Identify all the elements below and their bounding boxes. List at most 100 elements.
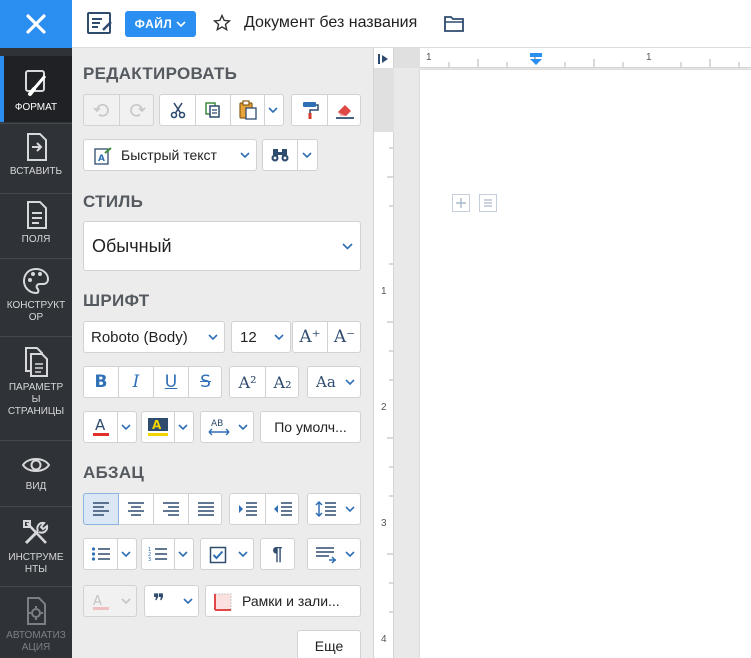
- tools-icon: [23, 520, 49, 545]
- font-size-select[interactable]: 12: [231, 321, 291, 353]
- document-icon[interactable]: [86, 10, 114, 43]
- more-button[interactable]: Еще: [297, 630, 361, 658]
- quote-dropdown[interactable]: ❞: [144, 585, 199, 617]
- paintbrush-icon: [25, 70, 47, 96]
- chevron-down-icon: [121, 550, 131, 557]
- sidebar-item-insert[interactable]: ВСТАВИТЬ: [0, 132, 72, 192]
- highlight-dropdown[interactable]: [173, 412, 193, 442]
- shrink-font-icon: A⁻: [333, 327, 356, 347]
- align-center-button[interactable]: [119, 494, 153, 524]
- bold-button[interactable]: B: [84, 367, 118, 397]
- bulleted-list-button[interactable]: [84, 539, 117, 569]
- numbering-dropdown[interactable]: [173, 539, 193, 569]
- text-style-group: B I U S: [83, 366, 222, 398]
- subscript-button[interactable]: A₂: [266, 367, 299, 397]
- line-spacing-dropdown[interactable]: [307, 493, 361, 525]
- character-spacing-dropdown[interactable]: AB: [200, 411, 254, 443]
- sidebar-item-fields[interactable]: ПОЛЯ: [0, 200, 72, 256]
- text-effect-dropdown[interactable]: A: [83, 585, 137, 617]
- chevron-down-icon: [302, 151, 312, 158]
- sidebar-item-label: КОНСТРУКТ ОР: [6, 300, 66, 323]
- sidebar-item-label: ВИД: [25, 481, 47, 492]
- indent-group: [229, 493, 299, 525]
- undo-button[interactable]: [84, 95, 119, 125]
- align-right-button[interactable]: [154, 494, 188, 524]
- paragraph-options-chevron: [340, 539, 360, 569]
- folder-button[interactable]: [444, 15, 464, 37]
- find-button[interactable]: [263, 140, 297, 170]
- eraser-icon: [335, 105, 354, 119]
- block-options-button[interactable]: [479, 194, 497, 212]
- character-spacing-icon: AB: [208, 419, 230, 436]
- show-formatting-button[interactable]: ¶: [260, 538, 295, 570]
- file-menu-label: ФАЙЛ: [134, 17, 173, 31]
- font-family-select[interactable]: Roboto (Body): [83, 321, 225, 353]
- document-page[interactable]: [420, 70, 751, 658]
- find-options-dropdown[interactable]: [297, 140, 317, 170]
- sidebar-item-label: ФОРМАТ: [14, 102, 58, 113]
- increase-indent-button[interactable]: [230, 494, 265, 524]
- paste-button[interactable]: [231, 95, 264, 125]
- scissors-icon: [170, 102, 185, 119]
- italic-button[interactable]: I: [119, 367, 153, 397]
- chevron-down-icon: [178, 423, 188, 430]
- find-group: [262, 139, 318, 171]
- sidebar-item-page-settings[interactable]: ПАРАМЕТР Ы СТРАНИЦЫ: [0, 346, 72, 436]
- font-color-button[interactable]: A: [84, 412, 117, 442]
- paragraph-options-icon: [316, 547, 337, 564]
- shrink-font-button[interactable]: A⁻: [328, 322, 361, 352]
- grow-font-button[interactable]: A⁺: [293, 322, 327, 352]
- undo-icon: [92, 103, 109, 117]
- binoculars-icon: [271, 149, 289, 162]
- default-font-button[interactable]: По умолч...: [260, 411, 361, 443]
- redo-button[interactable]: [120, 95, 154, 125]
- chevron-down-icon: [274, 333, 284, 340]
- align-justify-button[interactable]: [189, 494, 222, 524]
- fields-doc-icon: [27, 201, 47, 229]
- decrease-indent-button[interactable]: [266, 494, 299, 524]
- favorite-star-button[interactable]: [212, 13, 232, 37]
- chevron-down-icon: [345, 550, 355, 557]
- format-painter-button[interactable]: [292, 95, 327, 125]
- style-select[interactable]: Обычный: [83, 221, 361, 271]
- indent-marker-icon[interactable]: [529, 53, 543, 67]
- font-color-dropdown[interactable]: [116, 412, 136, 442]
- underline-button[interactable]: U: [154, 367, 188, 397]
- add-block-button[interactable]: [452, 194, 470, 212]
- chevron-down-icon: [238, 423, 248, 430]
- chevron-down-icon: [240, 151, 250, 158]
- line-spacing-chevron: [340, 494, 360, 524]
- lines-icon: [484, 199, 492, 207]
- clear-formatting-button[interactable]: [328, 95, 361, 125]
- numbered-list-icon: 123: [148, 547, 167, 562]
- paste-options-dropdown[interactable]: [263, 95, 283, 125]
- align-left-button[interactable]: [83, 493, 119, 525]
- copy-button[interactable]: [196, 95, 230, 125]
- checklist-dropdown[interactable]: [200, 538, 254, 570]
- paragraph-options-dropdown[interactable]: [307, 538, 361, 570]
- style-chevron: [334, 222, 360, 270]
- top-header: ФАЙЛ Документ без названия: [72, 0, 751, 48]
- sidebar-item-constructor[interactable]: КОНСТРУКТ ОР: [0, 266, 72, 332]
- strikethrough-button[interactable]: S: [189, 367, 222, 397]
- bullets-dropdown[interactable]: [116, 539, 136, 569]
- file-menu-button[interactable]: ФАЙЛ: [125, 11, 196, 37]
- numbered-list-button[interactable]: 123: [142, 539, 174, 569]
- sidebar-item-view[interactable]: ВИД: [0, 453, 72, 503]
- style-value: Обычный: [92, 236, 172, 256]
- sidebar-item-format[interactable]: ФОРМАТ: [0, 56, 72, 122]
- cut-button[interactable]: [160, 95, 195, 125]
- sidebar-item-automation[interactable]: АВТОМАТИЗ АЦИЯ: [0, 596, 72, 658]
- highlight-button[interactable]: A: [142, 412, 174, 442]
- sidebar-item-tools[interactable]: ИНСТРУМЕ НТЫ: [0, 518, 72, 582]
- quick-text-dropdown[interactable]: A Быстрый текст: [83, 139, 257, 171]
- superscript-button[interactable]: A²: [230, 367, 265, 397]
- change-case-dropdown[interactable]: Aa: [307, 366, 361, 398]
- close-button[interactable]: [0, 0, 72, 48]
- quick-text-chevron: [234, 140, 256, 170]
- font-color-group: A: [83, 411, 137, 443]
- borders-shading-button[interactable]: Рамки и зали...: [205, 585, 361, 617]
- palette-icon: [22, 267, 50, 295]
- sidebar-item-label: ВСТАВИТЬ: [9, 166, 63, 177]
- document-title[interactable]: Документ без названия: [244, 14, 417, 32]
